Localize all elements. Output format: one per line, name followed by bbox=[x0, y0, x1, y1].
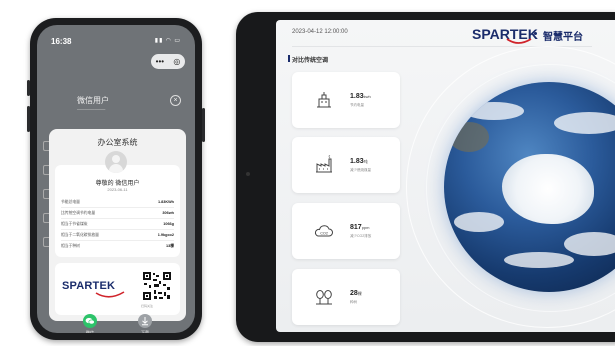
row-label: 相当于二氧化碳排放量 bbox=[61, 233, 99, 237]
tile-value: 1.83吨 bbox=[350, 158, 368, 165]
phone-side-button bbox=[27, 80, 30, 96]
section-marker bbox=[288, 55, 290, 62]
download-icon bbox=[142, 317, 148, 326]
cloud bbox=[564, 232, 615, 256]
tablet-device: 2023-04-12 12:00:00 SPARTEK 智慧平台 对比传统空调 … bbox=[236, 12, 615, 342]
power-plant-icon bbox=[317, 92, 331, 108]
report-row: 相当于二氧化碳排放量 1.9kgco2 bbox=[61, 230, 174, 241]
report-row: 节能总电量 1.83KWh bbox=[61, 197, 174, 208]
wechat-label: 微信 bbox=[86, 330, 94, 333]
report-panel: 尊敬的 微信用户 2023-06-11 节能总电量 1.83KWh 比传统空调节… bbox=[55, 165, 180, 257]
miniapp-capsule[interactable]: ••• ◎ bbox=[151, 54, 185, 69]
row-value: 1.9kgco2 bbox=[157, 233, 174, 237]
row-value: 306wh bbox=[162, 211, 174, 215]
tile-value: 817ppm bbox=[350, 224, 370, 231]
download-label: 下载 bbox=[141, 330, 149, 333]
co2-cloud-icon: CO2 bbox=[314, 225, 333, 237]
row-value: 1066g bbox=[163, 222, 174, 226]
report-row: 相当于种树 13棵 bbox=[61, 241, 174, 252]
tile-value: 1.83kwh bbox=[350, 93, 371, 100]
row-label: 相当于种树 bbox=[61, 244, 80, 248]
avatar bbox=[105, 151, 127, 173]
tile-label: 减少CO2排放 bbox=[350, 234, 372, 238]
close-icon[interactable]: × bbox=[170, 95, 181, 106]
timestamp: 2023-04-12 12:00:00 bbox=[292, 29, 348, 35]
phone-side-button bbox=[27, 106, 30, 132]
wechat-button[interactable] bbox=[83, 314, 97, 328]
cloud bbox=[554, 112, 615, 134]
row-label: 相当于节省煤炭 bbox=[61, 222, 88, 226]
tablet-screen: 2023-04-12 12:00:00 SPARTEK 智慧平台 对比传统空调 … bbox=[276, 20, 615, 332]
download-button[interactable] bbox=[138, 314, 152, 328]
more-icon[interactable]: ••• bbox=[156, 57, 164, 66]
qr-caption: 扫码关注 bbox=[141, 304, 154, 308]
qr-code-icon[interactable] bbox=[142, 271, 172, 301]
tile-label: 节约电量 bbox=[350, 103, 364, 107]
brand-card: SPARTEK 扫码关注 bbox=[55, 263, 180, 315]
row-value: 13棵 bbox=[165, 244, 174, 248]
stat-tile[interactable]: CO2 817ppm 减少CO2排放 bbox=[292, 203, 400, 259]
cloud bbox=[504, 252, 574, 268]
antarctica bbox=[502, 154, 594, 224]
brand-swoosh-icon bbox=[95, 291, 125, 298]
report-row: 比传统空调节约电量 306wh bbox=[61, 208, 174, 219]
land-mass bbox=[449, 122, 489, 152]
cloud bbox=[454, 212, 504, 232]
close-circle-icon[interactable]: ◎ bbox=[173, 57, 180, 66]
report-date: 2023-06-11 bbox=[107, 187, 128, 192]
greeting: 尊敬的 微信用户 bbox=[95, 181, 140, 187]
report-row: 相当于节省煤炭 1066g bbox=[61, 219, 174, 230]
phone-device: 16:38 ▮▮ ◠ ▭ ••• ◎ 微信用户 ──────── × 办公室系统… bbox=[27, 18, 205, 340]
platform-title: 智慧平台 bbox=[543, 32, 583, 43]
background-user-sub: ──────── bbox=[77, 107, 106, 113]
stat-tile[interactable]: 1.83kwh 节约电量 bbox=[292, 72, 400, 128]
section-title: 对比传统空调 bbox=[292, 58, 329, 64]
status-time: 16:38 bbox=[51, 37, 72, 46]
tablet-camera bbox=[246, 172, 250, 176]
row-label: 节能总电量 bbox=[61, 200, 80, 204]
phone-screen: 16:38 ▮▮ ◠ ▭ ••• ◎ 微信用户 ──────── × 办公室系统… bbox=[37, 25, 195, 333]
svg-text:CO2: CO2 bbox=[320, 231, 328, 235]
status-icons: ▮▮ ◠ ▭ bbox=[154, 38, 181, 44]
wechat-icon bbox=[85, 317, 95, 325]
tile-label: 种树 bbox=[350, 300, 357, 304]
tile-value: 28棵 bbox=[350, 290, 362, 297]
stat-tile[interactable]: 1.83吨 减少燃烧煤量 bbox=[292, 137, 400, 193]
card-title: 办公室系统 bbox=[97, 138, 138, 147]
stat-tile[interactable]: 28棵 种树 bbox=[292, 269, 400, 325]
factory-icon bbox=[316, 155, 332, 173]
phone-power-button bbox=[202, 108, 205, 142]
cloud bbox=[464, 102, 524, 120]
background-user-name: 微信用户 bbox=[77, 96, 109, 105]
popup-card: 办公室系统 尊敬的 微信用户 2023-06-11 节能总电量 1.83KWh … bbox=[49, 129, 186, 321]
row-label: 比传统空调节约电量 bbox=[61, 211, 96, 215]
separator-dot bbox=[534, 32, 537, 35]
tile-label: 减少燃烧煤量 bbox=[350, 168, 371, 172]
row-value: 1.83KWh bbox=[157, 200, 174, 204]
brand-swoosh-icon bbox=[506, 38, 532, 44]
trees-icon bbox=[316, 290, 332, 305]
